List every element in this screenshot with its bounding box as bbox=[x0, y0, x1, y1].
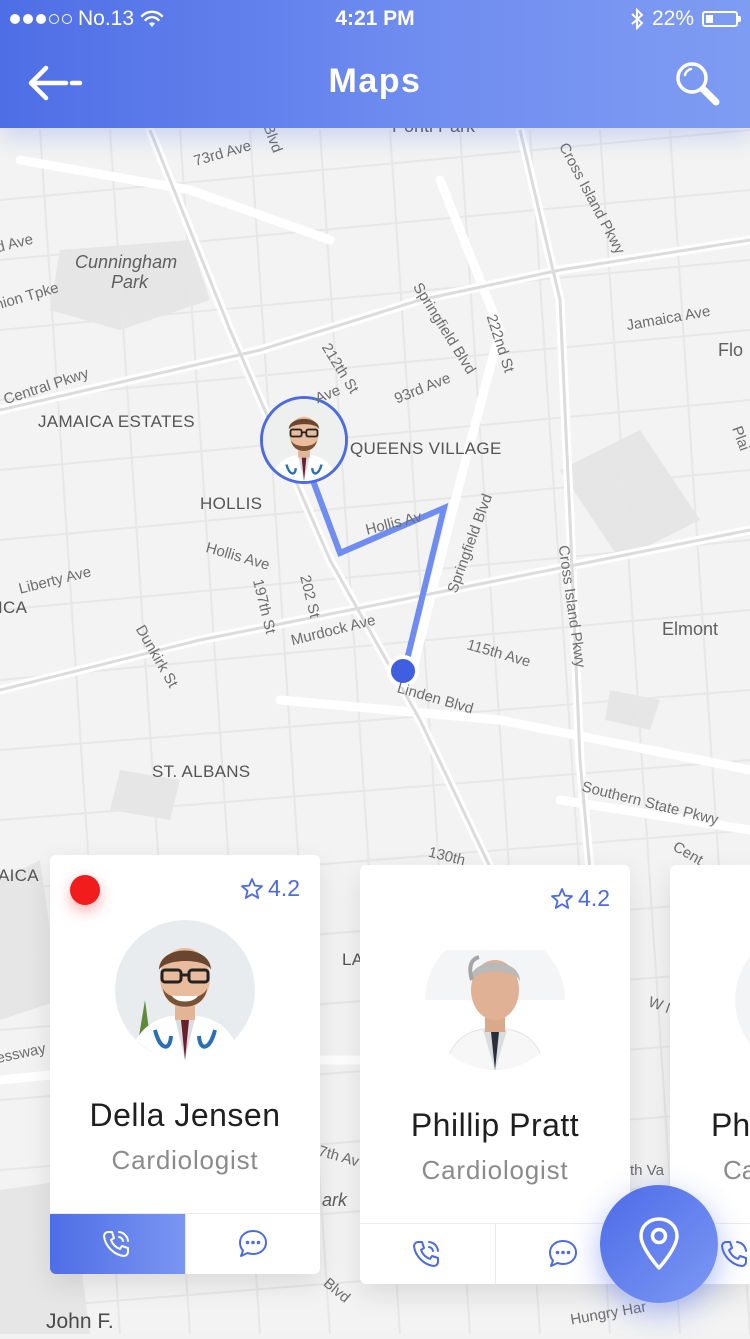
chat-button[interactable] bbox=[184, 1214, 321, 1274]
rating-badge: 4.2 bbox=[240, 875, 300, 902]
phone-call-icon bbox=[413, 1241, 440, 1267]
doctor-avatar bbox=[425, 930, 565, 1070]
status-bar: No.13 4:21 PM 22% bbox=[0, 0, 750, 40]
online-status-indicator bbox=[70, 875, 100, 905]
doctor-photo bbox=[425, 930, 565, 1070]
doctor-map-marker[interactable] bbox=[260, 396, 348, 484]
call-button[interactable] bbox=[718, 1237, 750, 1276]
call-button[interactable] bbox=[360, 1224, 495, 1284]
map-label: JAMAICA ESTATES bbox=[38, 412, 195, 431]
battery-percent: 22% bbox=[651, 7, 694, 30]
star-outline-icon bbox=[551, 887, 573, 909]
star-outline-icon bbox=[241, 877, 263, 899]
doctor-photo bbox=[115, 920, 255, 1060]
rating-value: 4.2 bbox=[268, 875, 300, 901]
map-label: Park bbox=[111, 272, 149, 292]
map-label: Cunningham bbox=[75, 252, 178, 272]
chat-bubble-icon bbox=[548, 1240, 577, 1267]
call-button[interactable] bbox=[50, 1214, 185, 1274]
doctor-name: Della Jensen bbox=[89, 1097, 281, 1133]
map-label: John F. bbox=[46, 1310, 114, 1333]
rating-badge: 4.2 bbox=[550, 885, 610, 912]
doctor-specialty: Ca bbox=[723, 1155, 750, 1185]
phone-call-icon bbox=[103, 1231, 130, 1257]
doctor-name: Phillip Pratt bbox=[410, 1107, 580, 1143]
search-icon bbox=[676, 62, 720, 106]
doctor-avatar-marker bbox=[263, 399, 345, 481]
doctor-name: Ph bbox=[711, 1107, 750, 1143]
location-pin-icon bbox=[639, 1217, 679, 1270]
doctor-card[interactable]: 4.2 Della Jensen Cardiologist bbox=[50, 855, 320, 1274]
map-label: Flo bbox=[718, 340, 744, 360]
map-label: AICA bbox=[0, 866, 39, 885]
doctor-specialty: Cardiologist bbox=[111, 1145, 259, 1175]
map-label: QUEENS VILLAGE bbox=[350, 439, 502, 458]
doctor-specialty: Cardiologist bbox=[421, 1155, 569, 1185]
map-label: ICA bbox=[0, 598, 28, 617]
doctor-avatar bbox=[115, 920, 255, 1060]
doctor-card[interactable]: 4.2 Phillip Pratt Cardiologist bbox=[360, 865, 630, 1284]
map-label: Elmont bbox=[662, 619, 719, 639]
card-actions bbox=[50, 1213, 320, 1274]
chat-bubble-icon bbox=[238, 1230, 267, 1257]
map-label: th Va bbox=[630, 1162, 664, 1179]
doctor-avatar bbox=[735, 930, 750, 1070]
bluetooth-icon bbox=[631, 8, 644, 30]
search-button[interactable] bbox=[672, 58, 724, 110]
map-label: ST. ALBANS bbox=[152, 762, 251, 781]
battery-icon bbox=[702, 11, 741, 27]
map-label: ark bbox=[322, 1190, 348, 1210]
card-actions bbox=[360, 1223, 630, 1284]
page-title: Maps bbox=[328, 62, 422, 100]
location-fab[interactable] bbox=[600, 1185, 718, 1303]
app-header: No.13 4:21 PM 22% Maps bbox=[0, 0, 750, 128]
phone-call-icon bbox=[721, 1241, 747, 1267]
map-label: HOLLIS bbox=[200, 494, 263, 513]
rating-value: 4.2 bbox=[578, 885, 610, 911]
